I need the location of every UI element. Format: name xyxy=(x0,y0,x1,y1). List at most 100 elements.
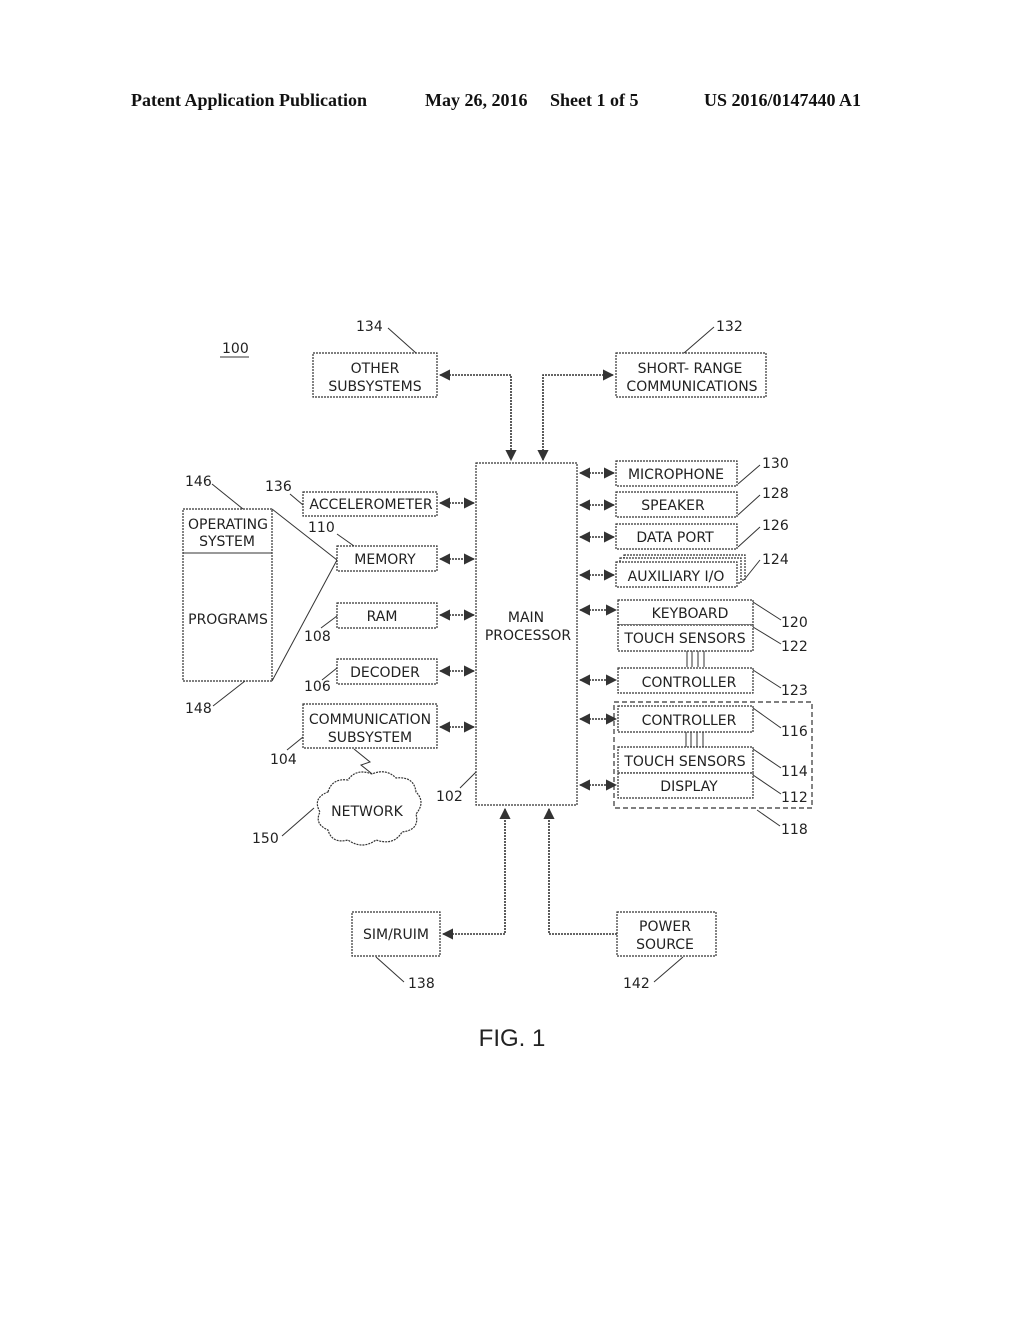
programs-ref: 148 xyxy=(185,701,212,717)
memory-block: MEMORY xyxy=(336,545,438,572)
keyboard-sensor-bus xyxy=(686,651,705,667)
power-source-block: POWER SOURCE xyxy=(616,911,717,957)
keyboard-label: KEYBOARD xyxy=(652,606,729,622)
accelerometer-block: ACCELEROMETER xyxy=(302,491,438,517)
leader-128 xyxy=(737,494,761,516)
other-subsystems-ref: 134 xyxy=(356,319,383,335)
keyboard-controller-ref: 123 xyxy=(781,683,808,699)
operating-system-label-1: OPERATING xyxy=(188,517,268,533)
other-subsystems-label-1: OTHER xyxy=(351,361,400,377)
leader-124 xyxy=(743,559,761,581)
main-processor-ref: 102 xyxy=(436,789,463,805)
keyboard-ref: 120 xyxy=(781,615,808,631)
display-controller-block: CONTROLLER xyxy=(617,705,754,733)
leader-120 xyxy=(752,601,782,621)
display-block: DISPLAY xyxy=(617,772,754,799)
leader-104 xyxy=(286,736,304,751)
keyboard-touch-sensors-label: TOUCH SENSORS xyxy=(623,631,745,647)
power-source-label-1: POWER xyxy=(639,919,691,935)
display-sensor-bus xyxy=(685,732,704,747)
communication-label-1: COMMUNICATION xyxy=(309,712,431,728)
block-diagram: 100 MAIN PROCESSOR 102 OTHER SUBSYSTEMS … xyxy=(182,319,813,1052)
short-range-ref: 132 xyxy=(716,319,743,335)
main-processor-block: MAIN PROCESSOR xyxy=(475,462,578,806)
touchscreen-group-ref: 118 xyxy=(781,822,808,838)
speaker-block: SPEAKER xyxy=(615,491,738,518)
decoder-block: DECODER xyxy=(336,658,438,685)
sim-ruim-label: SIM/RUIM xyxy=(363,927,429,943)
keyboard-touch-sensors-ref: 122 xyxy=(781,639,808,655)
leader-102 xyxy=(459,771,477,789)
other-subsystems-label-2: SUBSYSTEMS xyxy=(328,379,421,395)
microphone-block: MICROPHONE xyxy=(615,460,738,487)
leader-112 xyxy=(752,774,782,795)
short-range-label-1: SHORT- RANGE xyxy=(638,361,743,377)
leader-110 xyxy=(336,533,355,547)
auxiliary-io-label: AUXILIARY I/O xyxy=(628,569,725,585)
leader-146 xyxy=(211,483,244,510)
accelerometer-ref: 136 xyxy=(265,479,292,495)
short-range-label-2: COMMUNICATIONS xyxy=(626,379,757,395)
display-controller-label: CONTROLLER xyxy=(642,713,737,729)
leader-134 xyxy=(387,327,417,354)
leader-126 xyxy=(737,526,761,548)
memory-contents-block: OPERATING SYSTEM PROGRAMS xyxy=(182,508,273,682)
other-subsystems-block: OTHER SUBSYSTEMS xyxy=(312,352,438,398)
keyboard-touch-sensors-block: TOUCH SENSORS xyxy=(617,624,754,652)
leader-130 xyxy=(737,464,761,485)
leader-142 xyxy=(653,956,684,983)
microphone-ref: 130 xyxy=(762,456,789,472)
keyboard-controller-block: CONTROLLER xyxy=(617,667,754,694)
ram-label: RAM xyxy=(367,609,398,625)
memory-ref: 110 xyxy=(308,520,335,536)
communication-label-2: SUBSYSTEM xyxy=(328,730,412,746)
data-port-label: DATA PORT xyxy=(636,530,714,546)
communication-subsystem-block: COMMUNICATION SUBSYSTEM xyxy=(302,703,438,749)
microphone-label: MICROPHONE xyxy=(628,467,724,483)
connector-power-source xyxy=(543,807,617,935)
leader-118 xyxy=(756,809,781,827)
leader-138 xyxy=(375,956,405,983)
leader-123 xyxy=(752,669,782,689)
display-controller-ref: 116 xyxy=(781,724,808,740)
display-touch-sensors-block: TOUCH SENSORS xyxy=(617,746,754,774)
leader-116 xyxy=(752,707,782,729)
display-ref: 112 xyxy=(781,790,808,806)
figure-caption: FIG. 1 xyxy=(479,1025,546,1052)
power-source-ref: 142 xyxy=(623,976,650,992)
leader-122 xyxy=(752,626,782,645)
main-processor-label-2: PROCESSOR xyxy=(485,628,572,644)
main-processor-label-1: MAIN xyxy=(508,610,544,626)
keyboard-block: KEYBOARD xyxy=(617,599,754,626)
communication-ref: 104 xyxy=(270,752,297,768)
auxiliary-io-block: AUXILIARY I/O xyxy=(615,554,746,588)
auxiliary-io-ref: 124 xyxy=(762,552,789,568)
leader-132 xyxy=(683,326,715,354)
decoder-ref: 106 xyxy=(304,679,331,695)
data-port-block: DATA PORT xyxy=(615,523,738,550)
ram-block: RAM xyxy=(336,602,438,629)
connector-other-subsystems xyxy=(438,369,517,462)
network-ref: 150 xyxy=(252,831,279,847)
leader-150 xyxy=(281,807,315,837)
ram-ref: 108 xyxy=(304,629,331,645)
leader-136 xyxy=(289,493,304,506)
sim-ruim-ref: 138 xyxy=(408,976,435,992)
short-range-communications-block: SHORT- RANGE COMMUNICATIONS xyxy=(615,352,767,398)
network-cloud: NETWORK xyxy=(316,771,422,846)
operating-system-ref: 146 xyxy=(185,474,212,490)
power-source-label-2: SOURCE xyxy=(636,937,694,953)
memory-label: MEMORY xyxy=(354,552,416,568)
accelerometer-label: ACCELEROMETER xyxy=(309,497,432,513)
connector-short-range xyxy=(537,369,615,462)
keyboard-controller-label: CONTROLLER xyxy=(642,675,737,691)
device-ref: 100 xyxy=(222,341,249,357)
operating-system-label-2: SYSTEM xyxy=(199,534,255,550)
memory-expansion-bottom xyxy=(271,559,338,682)
sim-ruim-block: SIM/RUIM xyxy=(351,911,441,957)
programs-label: PROGRAMS xyxy=(188,612,268,628)
leader-148 xyxy=(212,680,246,707)
data-port-ref: 126 xyxy=(762,518,789,534)
leader-108 xyxy=(320,615,338,629)
display-touch-sensors-ref: 114 xyxy=(781,764,808,780)
